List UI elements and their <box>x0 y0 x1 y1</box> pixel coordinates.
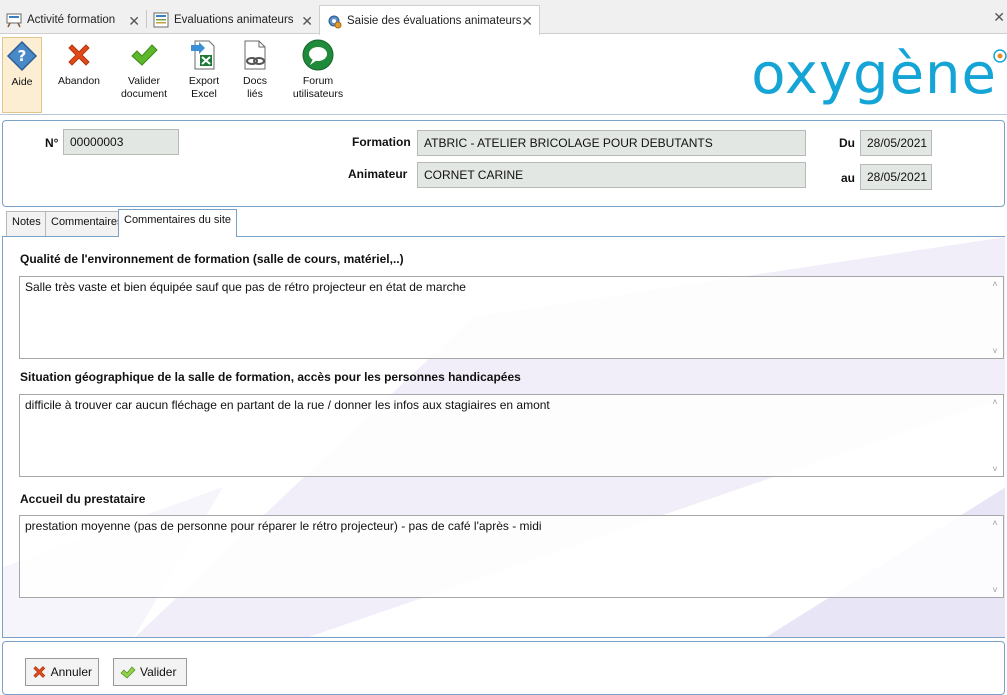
validate-label-2: document <box>120 88 168 100</box>
forum-label-1: Forum <box>302 75 334 87</box>
scrollbar[interactable]: ˄ ˅ <box>989 397 1001 474</box>
question-environment-label: Qualité de l'environnement de formation … <box>20 252 404 266</box>
scrollbar[interactable]: ˄ ˅ <box>989 279 1001 356</box>
animateur-field[interactable]: CORNET CARINE <box>417 162 806 188</box>
gear-settings-icon <box>328 15 342 28</box>
scrollbar[interactable]: ˄ ˅ <box>989 518 1001 595</box>
evaluation-header: N° 00000003 Formation ATBRIC - ATELIER B… <box>2 120 1005 207</box>
docs-label-1: Docs <box>243 75 267 87</box>
footer-actions: Annuler Valider <box>2 641 1005 695</box>
question-reception-label: Accueil du prestataire <box>20 492 146 506</box>
abandon-button[interactable]: Abandon <box>54 37 104 113</box>
tab-activite-formation[interactable]: Activité formation ✕ <box>0 6 146 34</box>
export-label-1: Export <box>188 75 220 87</box>
valider-button[interactable]: Valider <box>113 658 187 686</box>
help-icon: ? <box>6 40 38 72</box>
tab-label: Activité formation <box>27 14 116 26</box>
scroll-up-icon[interactable]: ˄ <box>990 279 1000 289</box>
forum-label-2: utilisateurs <box>292 88 344 100</box>
date-from-field[interactable]: 28/05/2021 <box>860 130 932 156</box>
date-to-label: au <box>841 171 856 185</box>
question-location-label: Situation géographique de la salle de fo… <box>20 370 521 384</box>
reception-comment-textarea[interactable]: prestation moyenne (pas de personne pour… <box>19 515 1004 598</box>
close-icon[interactable]: ✕ <box>301 13 313 30</box>
number-field[interactable]: 00000003 <box>63 129 179 155</box>
docs-label-2: liés <box>247 88 263 100</box>
red-x-icon <box>68 44 90 66</box>
help-button[interactable]: ? Aide <box>2 37 42 113</box>
scroll-up-icon[interactable]: ˄ <box>990 397 1000 407</box>
forum-chat-icon <box>302 39 334 71</box>
tab-label: Saisie des évaluations animateurs <box>347 14 522 27</box>
formation-label: Formation <box>352 135 411 149</box>
oxygene-logo: oxygène <box>751 42 997 107</box>
logo-atom-icon <box>993 49 1007 63</box>
close-icon[interactable]: ✕ <box>128 13 140 30</box>
training-activity-icon <box>6 13 22 28</box>
tab-commentaires-du-site[interactable]: Commentaires du site <box>118 209 237 237</box>
scroll-down-icon[interactable]: ˅ <box>990 585 1000 595</box>
number-label: N° <box>45 136 59 150</box>
scroll-up-icon[interactable]: ˄ <box>990 518 1000 528</box>
environment-comment-textarea[interactable]: Salle très vaste et bien équipée sauf qu… <box>19 276 1004 359</box>
location-comment-textarea[interactable]: difficile à trouver car aucun fléchage e… <box>19 394 1004 477</box>
comments-panel: Qualité de l'environnement de formation … <box>2 236 1005 638</box>
close-icon[interactable]: ✕ <box>993 9 1005 26</box>
document-tab-strip: Activité formation ✕ Evaluations animate… <box>0 0 1007 35</box>
annuler-label: Annuler <box>50 665 92 679</box>
tab-notes[interactable]: Notes <box>6 211 47 236</box>
close-icon[interactable]: ✕ <box>521 13 533 30</box>
scroll-down-icon[interactable]: ˅ <box>990 464 1000 474</box>
red-x-icon <box>33 666 46 678</box>
evaluation-list-icon <box>153 12 169 28</box>
abandon-label: Abandon <box>57 75 101 87</box>
formation-field[interactable]: ATBRIC - ATELIER BRICOLAGE POUR DEBUTANT… <box>417 130 806 156</box>
toolbar: ? Aide Abandon Valider document Export E… <box>0 35 1007 115</box>
tab-evaluations-animateurs[interactable]: Evaluations animateurs ✕ <box>147 6 319 34</box>
date-to-field[interactable]: 28/05/2021 <box>860 164 932 190</box>
linked-document-icon <box>244 40 266 70</box>
svg-text:?: ? <box>18 47 27 65</box>
green-check-icon <box>120 666 136 679</box>
tab-label: Evaluations animateurs <box>174 14 294 26</box>
excel-export-icon <box>191 40 215 70</box>
tab-commentaires[interactable]: Commentaires <box>45 211 129 236</box>
linked-docs-button[interactable]: Docs liés <box>236 37 274 113</box>
valider-label: Valider <box>140 665 177 679</box>
export-label-2: Excel <box>191 88 217 100</box>
tab-saisie-evaluations[interactable]: Saisie des évaluations animateurs ✕ <box>319 5 540 35</box>
reception-comment-text: prestation moyenne (pas de personne pour… <box>25 519 542 533</box>
annuler-button[interactable]: Annuler <box>25 658 99 686</box>
date-from-label: Du <box>839 136 855 150</box>
export-excel-button[interactable]: Export Excel <box>182 37 226 113</box>
validate-label-1: Valider <box>128 75 160 87</box>
forum-button[interactable]: Forum utilisateurs <box>290 37 346 113</box>
location-comment-text: difficile à trouver car aucun fléchage e… <box>25 398 550 412</box>
green-check-icon <box>131 44 158 66</box>
help-label: Aide <box>11 76 33 88</box>
validate-document-button[interactable]: Valider document <box>116 37 172 113</box>
environment-comment-text: Salle très vaste et bien équipée sauf qu… <box>25 280 466 294</box>
scroll-down-icon[interactable]: ˅ <box>990 346 1000 356</box>
animateur-label: Animateur <box>348 167 408 181</box>
